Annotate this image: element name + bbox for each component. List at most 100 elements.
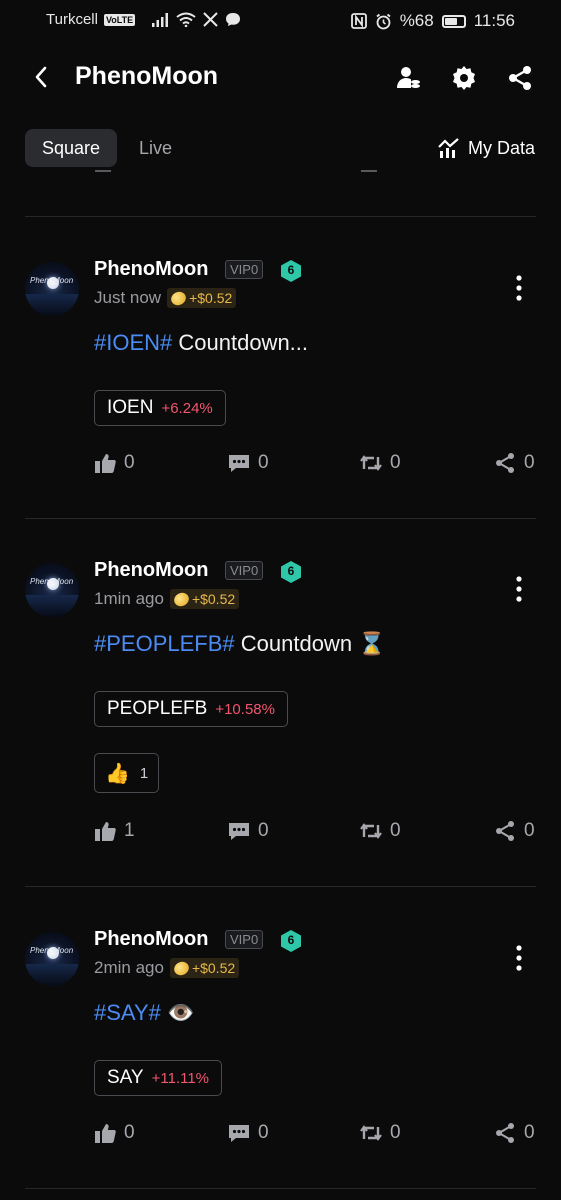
status-left: Turkcell VoLTE: [46, 11, 241, 28]
ticker-change: +10.58%: [215, 700, 275, 718]
level-badge: 6: [280, 560, 302, 584]
author-name[interactable]: PhenoMoon: [94, 258, 208, 281]
coin-icon: [171, 589, 191, 609]
post-divider: [25, 518, 536, 519]
comment-button[interactable]: 0: [228, 1122, 269, 1144]
app-bar: PhenoMoon: [0, 50, 561, 106]
hashtag-link[interactable]: #IOEN#: [94, 330, 172, 355]
comment-button[interactable]: 0: [228, 820, 269, 842]
eye-emoji: 👁️: [166, 1000, 195, 1025]
more-options-button[interactable]: [509, 944, 529, 972]
more-options-button[interactable]: [509, 274, 529, 302]
hashtag-link[interactable]: #SAY#: [94, 1000, 161, 1025]
repost-icon: [360, 823, 382, 839]
volte-badge: VoLTE: [103, 13, 136, 26]
tip-badge[interactable]: +$0.52: [167, 288, 237, 308]
tip-badge[interactable]: +$0.52: [169, 589, 240, 609]
post-divider: [25, 1188, 536, 1189]
avatar[interactable]: PhenoMoon: [25, 262, 79, 316]
avatar[interactable]: PhenoMoon: [25, 932, 79, 986]
more-vertical-icon: [516, 576, 522, 602]
my-data-button[interactable]: My Data: [438, 129, 535, 167]
author-name[interactable]: PhenoMoon: [94, 559, 208, 582]
post-time: 2min ago: [94, 958, 164, 977]
signal-icon: [152, 12, 169, 27]
post-actions: 0 0 0 0: [0, 452, 561, 482]
nfc-icon: [350, 13, 367, 29]
repost-button[interactable]: 0: [360, 452, 401, 474]
avatar[interactable]: PhenoMoon: [25, 563, 79, 617]
vip-badge: VIP0: [225, 561, 264, 580]
status-bar: Turkcell VoLTE %68 11:56: [0, 0, 561, 42]
vip-badge: VIP0: [225, 930, 264, 949]
ticker-symbol: PEOPLEFB: [107, 698, 208, 719]
level-badge: 6: [280, 259, 302, 283]
like-button[interactable]: 1: [95, 820, 135, 842]
coin-icon: [169, 288, 189, 308]
post-text: Countdown: [234, 631, 359, 656]
coin-icon: [171, 958, 191, 978]
ticker-chip[interactable]: PEOPLEFB +10.58%: [94, 691, 288, 727]
hourglass-emoji: ⌛: [358, 631, 386, 656]
clock: 11:56: [473, 11, 515, 30]
gear-icon: [453, 66, 475, 90]
post-meta: 1min ago +$0.52: [94, 589, 240, 609]
thumbs-up-icon: [95, 454, 116, 473]
share-post-button[interactable]: 0: [494, 1122, 535, 1144]
x-app-icon: [203, 12, 218, 27]
battery-icon: [441, 14, 466, 28]
share-page-button[interactable]: [504, 62, 536, 94]
like-button[interactable]: 0: [95, 1122, 135, 1144]
share-post-button[interactable]: 0: [494, 452, 535, 474]
settings-button[interactable]: [448, 62, 480, 94]
chevron-left-icon: [35, 66, 47, 88]
carrier-name: Turkcell: [46, 11, 98, 28]
feed-tabs: Square Live My Data: [0, 129, 561, 167]
post-actions: 1 0 0 0: [0, 820, 561, 850]
repost-icon: [360, 455, 382, 471]
ticker-change: +11.11%: [151, 1069, 210, 1087]
tab-live[interactable]: Live: [139, 129, 172, 167]
reaction-chip[interactable]: 👍 1: [94, 753, 160, 793]
my-data-label: My Data: [467, 137, 535, 158]
repost-button[interactable]: 0: [360, 1122, 401, 1144]
post-feed: PhenoMoon PhenoMoon VIP0 6 Just now +$0.…: [0, 170, 561, 1200]
post-time: 1min ago: [94, 589, 164, 608]
tab-square[interactable]: Square: [25, 129, 117, 167]
more-options-button[interactable]: [509, 575, 529, 603]
post-meta: Just now +$0.52: [94, 288, 237, 308]
comment-button[interactable]: 0: [228, 452, 269, 474]
author-name[interactable]: PhenoMoon: [94, 928, 208, 951]
post-text: Countdown...: [172, 330, 309, 355]
share-icon: [509, 66, 531, 90]
post-actions: 0 0 0 0: [0, 1122, 561, 1152]
more-vertical-icon: [516, 275, 522, 301]
hashtag-link[interactable]: #PEOPLEFB#: [94, 631, 235, 656]
share-icon: [496, 821, 514, 841]
ticker-chip[interactable]: SAY +11.11%: [94, 1060, 223, 1096]
page-title: PhenoMoon: [75, 62, 219, 90]
ticker-change: +6.24%: [161, 399, 213, 417]
thumbs-up-emoji: 👍: [105, 762, 130, 785]
alarm-icon: [376, 13, 391, 29]
comment-icon: [229, 1124, 249, 1142]
post-content[interactable]: #IOEN# Countdown...: [94, 330, 308, 356]
repost-button[interactable]: 0: [360, 820, 401, 842]
like-button[interactable]: 0: [95, 452, 135, 474]
ticker-chip[interactable]: IOEN +6.24%: [94, 390, 226, 426]
previous-post-actions-partial: [95, 170, 377, 172]
reaction-count: 1: [139, 764, 149, 782]
profile-button[interactable]: [392, 62, 424, 94]
share-icon: [496, 1123, 514, 1143]
post-meta: 2min ago +$0.52: [94, 958, 240, 978]
back-button[interactable]: [26, 62, 56, 92]
battery-percent: %68: [399, 11, 434, 30]
chat-notification-icon: [226, 13, 241, 26]
level-badge: 6: [280, 929, 302, 953]
repost-icon: [360, 1125, 382, 1141]
post-content[interactable]: #SAY# 👁️: [94, 1000, 194, 1026]
tip-badge[interactable]: +$0.52: [169, 958, 240, 978]
post-content[interactable]: #PEOPLEFB# Countdown ⌛: [94, 631, 386, 657]
ticker-symbol: SAY: [107, 1067, 144, 1088]
share-post-button[interactable]: 0: [494, 820, 535, 842]
